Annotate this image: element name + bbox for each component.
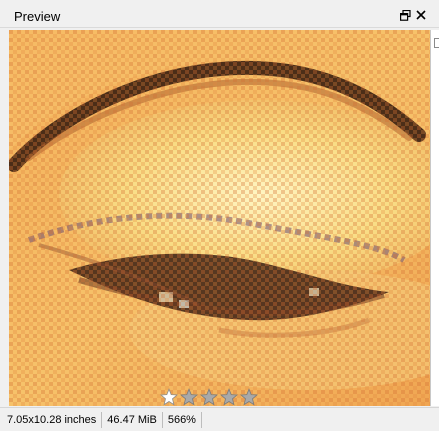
panel-collapse-handle[interactable] <box>434 38 439 48</box>
star-empty-icon[interactable] <box>180 388 198 406</box>
left-gutter <box>0 30 9 406</box>
star-empty-icon[interactable] <box>240 388 258 406</box>
star-empty-icon[interactable] <box>220 388 238 406</box>
restore-window-icon[interactable] <box>398 8 412 22</box>
zoomed-eye-image <box>9 30 430 406</box>
image-viewport[interactable] <box>9 30 430 406</box>
panel-titlebar: Preview <box>0 0 439 28</box>
close-icon[interactable] <box>414 8 428 22</box>
zoom-level: 566% <box>163 411 202 428</box>
side-scrollbar[interactable] <box>430 30 439 406</box>
status-bar: 7.05x10.28 inches 46.47 MiB 566% <box>0 407 439 431</box>
preview-panel: Preview 7.05x10.28 inches 46.47 MiB 566% <box>0 0 439 431</box>
file-size: 46.47 MiB <box>102 411 163 428</box>
panel-title: Preview <box>14 9 61 24</box>
star-filled-icon[interactable] <box>160 388 178 406</box>
image-dimensions: 7.05x10.28 inches <box>0 411 103 428</box>
star-empty-icon[interactable] <box>200 388 218 406</box>
star-rating[interactable] <box>160 388 258 406</box>
